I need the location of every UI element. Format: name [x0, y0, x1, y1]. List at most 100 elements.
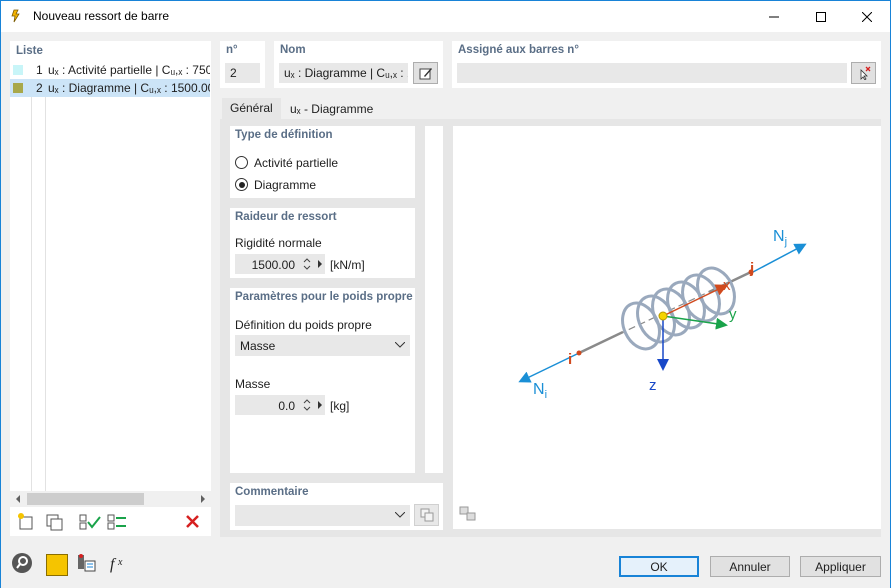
horizontal-scrollbar[interactable]	[10, 491, 211, 507]
number-field[interactable]: 2	[225, 63, 260, 83]
stiffness-value: 1500.00	[251, 258, 295, 272]
number-panel: n° 2	[220, 41, 265, 88]
mass-value: 0.0	[278, 399, 295, 413]
copy-icon	[46, 514, 63, 531]
label-y: y	[729, 306, 737, 323]
self-weight-title: Paramètres pour le poids propre	[235, 291, 413, 303]
dialog-content: Liste 1 uₓ : Activité partielle | Cᵤ,ₓ :…	[1, 32, 890, 588]
spin-updown-icon[interactable]	[303, 398, 311, 412]
definition-type-section: Type de définition Activité partielle Di…	[230, 126, 415, 198]
check-toggle-button[interactable]	[106, 512, 130, 535]
search-button[interactable]	[10, 551, 35, 576]
number-label: n°	[226, 44, 238, 56]
radio-partial-activity[interactable]	[235, 156, 248, 169]
apply-button[interactable]: Appliquer	[800, 556, 881, 577]
minimize-icon	[769, 16, 779, 17]
force-nj-arrow	[752, 243, 807, 273]
label-z: z	[649, 377, 657, 394]
mass-spinbox[interactable]: 0.0	[235, 395, 325, 415]
radio-partial-activity-label: Activité partielle	[254, 156, 339, 170]
definition-type-title: Type de définition	[235, 129, 333, 141]
graphic-options-button[interactable]	[457, 504, 479, 524]
cancel-button[interactable]: Annuler	[710, 556, 790, 577]
list-item-label: uₓ : Diagramme | Cᵤ,ₓ : 1500.00 kN/m	[48, 81, 210, 95]
list-item-number: 1	[36, 63, 43, 77]
spring-graphic-panel: Nj Ni j i x y z	[453, 126, 881, 529]
formula-button[interactable]: fx	[107, 551, 132, 576]
self-weight-def-value: Masse	[240, 339, 276, 353]
chevron-down-icon	[395, 342, 405, 348]
stiffness-spinbox[interactable]: 1500.00	[235, 254, 325, 274]
color-swatch	[13, 83, 23, 93]
dialog-window: Nouveau ressort de barre Liste 1 uₓ : Ac…	[0, 0, 891, 588]
spin-arrow-icon[interactable]	[317, 259, 323, 269]
new-item-icon	[18, 513, 33, 530]
spin-arrow-icon[interactable]	[317, 400, 323, 410]
close-icon	[862, 11, 872, 22]
self-weight-section: Paramètres pour le poids propre Définiti…	[230, 288, 415, 473]
comment-section: Commentaire	[230, 483, 443, 530]
edit-name-button[interactable]	[413, 62, 438, 84]
spin-updown-icon[interactable]	[303, 257, 311, 271]
ok-button[interactable]: OK	[619, 556, 699, 577]
display-properties-button[interactable]	[74, 551, 99, 576]
title-bar: Nouveau ressort de barre	[1, 1, 890, 32]
tab-general[interactable]: Général	[222, 98, 281, 119]
copy-icon	[420, 508, 433, 522]
side-column	[425, 126, 443, 473]
svg-text:x: x	[117, 557, 123, 568]
close-button[interactable]	[844, 1, 890, 32]
check-toggle-icon	[107, 514, 126, 530]
maximize-button[interactable]	[798, 1, 844, 32]
mass-unit: [kg]	[330, 399, 350, 413]
window-title: Nouveau ressort de barre	[33, 9, 170, 23]
pick-cursor-icon	[860, 66, 870, 80]
stiffness-label: Rigidité normale	[235, 236, 322, 250]
name-label: Nom	[280, 44, 306, 56]
select-members-button[interactable]	[851, 62, 876, 84]
self-weight-def-label: Définition du poids propre	[235, 318, 372, 332]
check-all-button[interactable]	[78, 512, 102, 535]
name-field[interactable]: uₓ : Diagramme | Cᵤ,ₓ : 1500.00 kN/m	[279, 63, 408, 83]
name-panel: Nom uₓ : Diagramme | Cᵤ,ₓ : 1500.00 kN/m	[274, 41, 443, 88]
list-item-selected[interactable]: 2 uₓ : Diagramme | Cᵤ,ₓ : 1500.00 kN/m	[10, 79, 210, 97]
scroll-right-icon[interactable]	[199, 495, 207, 503]
radio-diagram-label: Diagramme	[254, 178, 317, 192]
label-ni: Ni	[533, 381, 547, 401]
comment-title: Commentaire	[235, 486, 309, 498]
stiffness-unit: [kN/m]	[330, 258, 365, 272]
edit-icon	[419, 68, 432, 80]
list-item-label: uₓ : Activité partielle | Cᵤ,ₓ : 750.0	[48, 63, 210, 77]
properties-icon	[78, 554, 96, 572]
spring-diagram: Nj Ni j i x y z	[518, 228, 807, 401]
maximize-icon	[816, 11, 826, 22]
list-header: Liste	[16, 45, 43, 57]
assigned-field[interactable]	[457, 63, 847, 83]
view-settings-icon	[459, 506, 476, 521]
new-item-button[interactable]	[16, 512, 38, 535]
delete-icon	[186, 515, 199, 528]
color-button[interactable]	[46, 554, 68, 576]
delete-button[interactable]	[182, 512, 204, 535]
formula-icon: fx	[110, 556, 123, 573]
label-x: x	[723, 277, 731, 294]
chevron-down-icon	[395, 512, 405, 518]
comment-field[interactable]	[235, 505, 410, 526]
list-item[interactable]: 1 uₓ : Activité partielle | Cᵤ,ₓ : 750.0	[10, 61, 210, 79]
scroll-left-icon[interactable]	[14, 495, 22, 503]
spring-origin	[658, 311, 668, 321]
label-nj: Nj	[773, 228, 787, 248]
radio-diagram[interactable]	[235, 178, 248, 191]
stiffness-section: Raideur de ressort Rigidité normale 1500…	[230, 208, 415, 278]
minimize-button[interactable]	[751, 1, 797, 32]
copy-item-button[interactable]	[44, 512, 66, 535]
scrollbar-thumb[interactable]	[27, 493, 144, 505]
tab-diagram[interactable]: uₓ - Diagramme	[282, 99, 381, 119]
check-all-icon	[79, 514, 101, 530]
comment-library-button[interactable]	[414, 504, 439, 526]
color-swatch	[13, 65, 23, 75]
assigned-label: Assigné aux barres n°	[458, 44, 579, 56]
label-i: i	[568, 351, 572, 368]
self-weight-def-select[interactable]: Masse	[235, 335, 410, 356]
assigned-panel: Assigné aux barres n°	[452, 41, 881, 88]
